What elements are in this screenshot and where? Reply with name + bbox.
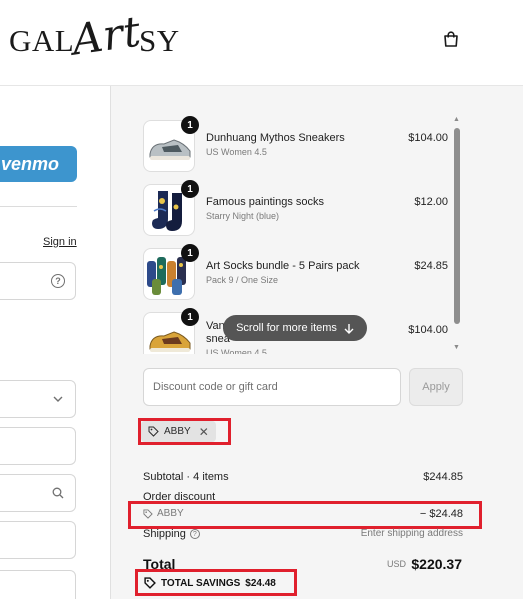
subtotal-value: $244.85 [423,471,463,483]
subtotal-label: Subtotal · 4 items [143,471,229,483]
discount-placeholder: Discount code or gift card [153,381,278,393]
city-field[interactable] [0,570,76,599]
item-price: $104.00 [408,132,448,144]
apply-button[interactable]: Apply [409,368,463,406]
quantity-badge: 1 [181,116,199,134]
shipping-value: Enter shipping address [360,528,463,539]
galartsy-logo[interactable]: GAL Art SY [9,5,180,74]
discount-code-input[interactable]: Discount code or gift card [143,368,401,406]
site-header: GAL Art SY [0,0,523,86]
checkout-form-column: venmo Sign in ? [0,86,110,599]
item-price: $24.85 [414,260,448,272]
sign-in-link[interactable]: Sign in [43,236,77,248]
scroll-thumb[interactable] [454,128,460,324]
item-name: Dunhuang Mythos Sneakers [206,132,345,144]
cart-item: 1 Art Socks bundle - 5 Pairs pack Pack 9… [143,244,448,300]
shipping-row: Shipping ? Enter shipping address [143,528,463,540]
search-icon [51,486,65,500]
info-icon[interactable]: ? [189,529,200,539]
scroll-hint-label: Scroll for more items [236,322,337,334]
order-summary-panel: 1 Dunhuang Mythos Sneakers US Women 4.5 … [110,86,523,599]
item-name: Famous paintings socks [206,196,324,208]
arrow-down-icon [344,323,354,334]
shopping-bag-icon[interactable] [442,30,460,48]
item-name: Van [206,320,225,332]
item-variant: Pack 9 / One Size [206,275,279,285]
total-value: $220.37 [411,556,462,572]
cart-item: 1 Famous paintings socks Starry Night (b… [143,180,448,236]
logo-text-art: Art [69,5,145,65]
item-price: $104.00 [408,324,448,336]
venmo-button[interactable]: venmo [0,146,77,182]
logo-text-right: SY [139,23,180,58]
scroll-for-more-button[interactable]: Scroll for more items [223,315,367,341]
apartment-field[interactable] [0,521,76,559]
quantity-badge: 1 [181,244,199,262]
item-variant: Starry Night (blue) [206,211,280,221]
scroll-down-arrow-icon[interactable]: ▼ [453,344,460,351]
currency-code: USD [387,559,407,569]
item-price: $12.00 [414,196,448,208]
venmo-label: venmo [0,153,59,174]
name-field[interactable] [0,427,76,465]
logo-text-left: GAL [9,23,75,58]
address-search-field[interactable] [0,474,76,512]
shipping-label: Shipping [143,528,186,540]
email-field[interactable]: ? [0,262,76,300]
highlight-box-discount-chip [138,418,231,445]
highlight-box-discount-row [128,501,482,529]
scroll-up-arrow-icon[interactable]: ▲ [453,116,460,123]
item-variant: US Women 4.5 [206,147,267,157]
country-select[interactable] [0,380,76,418]
item-name: Art Socks bundle - 5 Pairs pack [206,260,360,272]
cart-scrollbar[interactable]: ▲ ▼ [452,116,462,354]
quantity-badge: 1 [181,180,199,198]
cart-item: 1 Dunhuang Mythos Sneakers US Women 4.5 … [143,116,448,172]
chevron-down-icon [51,392,65,406]
help-icon[interactable]: ? [51,274,65,288]
subtotal-row: Subtotal · 4 items $244.85 [143,471,463,483]
highlight-box-total-savings [135,569,297,596]
item-variant: US Women 4.5 [206,348,267,354]
quantity-badge: 1 [181,308,199,326]
divider [0,206,77,207]
